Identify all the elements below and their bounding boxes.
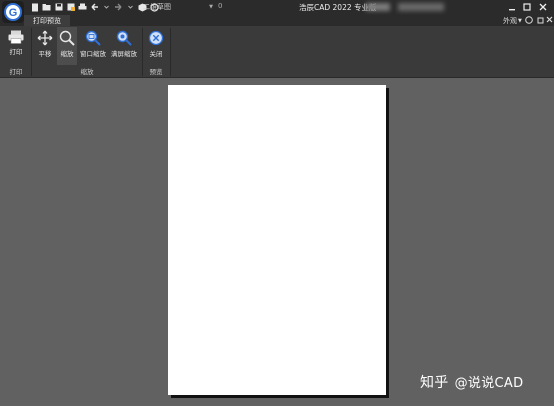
workspace-select-value: 二维草图 [143,3,171,11]
save-as-icon [67,3,75,11]
zoom-button-label: 缩放 [60,50,74,58]
close-preview-label: 关闭 [149,50,163,58]
group-label-print: 打印 [9,68,23,76]
window-title: 浩辰CAD 2022 专业版 [299,3,377,12]
restore-ribbon-button[interactable] [537,16,545,24]
watermark-brand: 知乎 [420,375,449,391]
close-window-button[interactable] [536,1,550,13]
window-zoom-icon [85,30,101,46]
close-doc-button[interactable] [546,16,553,23]
group-label-preview: 预览 [149,68,163,76]
open-folder-button[interactable] [42,2,51,12]
fullscreen-zoom-button-label: 满屏缩放 [111,50,137,58]
close-icon [546,16,553,23]
preview-paper-sheet [168,85,386,395]
appearance-menu[interactable]: 外观 ▼ [503,16,522,26]
magnifier-icon [59,30,75,46]
help-icon [525,16,533,24]
save-button[interactable] [54,2,63,12]
printer-icon [8,30,24,44]
chevron-down-icon: ▼ [209,4,213,10]
redo-icon [115,3,122,11]
print-button[interactable]: 打印 [3,27,29,65]
svg-text:G: G [9,7,18,19]
pan-button[interactable]: 平移 [34,27,56,65]
window-zoom-button-label: 窗口缩放 [80,50,106,58]
watermark-handle: @说说CAD [454,376,524,391]
redo-dropdown[interactable] [126,2,135,12]
folder-icon [42,4,51,11]
group-divider [31,28,32,76]
close-icon [539,3,547,11]
group-label-zoom: 缩放 [80,68,94,76]
restore-icon [537,17,544,24]
new-file-icon [31,3,38,11]
print-quick-button[interactable] [78,2,87,12]
close-circle-icon [148,30,164,46]
appearance-label: 外观 [503,17,517,25]
window-zoom-button[interactable]: 窗口缩放 [79,27,107,65]
new-file-button[interactable] [30,2,39,12]
zoom-extents-icon [116,30,132,46]
print-button-label: 打印 [9,48,23,56]
maximize-icon [523,3,531,11]
redo-button[interactable] [114,2,123,12]
ribbon-tab-row [0,15,554,26]
zoom-button[interactable]: 缩放 [57,27,77,65]
undo-dropdown[interactable] [102,2,111,12]
group-divider [170,28,171,76]
fullscreen-zoom-button[interactable]: 满屏缩放 [109,27,139,65]
printer-icon [78,3,87,10]
quick-access-toolbar [30,2,159,12]
undo-icon [91,3,98,11]
minimize-icon [509,9,515,11]
pan-button-label: 平移 [38,50,52,58]
watermark: 知乎 @说说CAD [420,372,523,392]
minimize-button[interactable] [505,1,519,13]
save-icon [55,3,62,11]
blurred-title-part [398,3,444,11]
app-menu-button[interactable]: G [2,1,24,23]
chevron-down-icon [128,5,133,9]
blurred-title-part [366,3,390,11]
pan-move-icon [37,30,53,46]
close-preview-button[interactable]: 关闭 [145,27,167,65]
tab-print-preview[interactable]: 打印预览 [24,15,70,26]
maximize-button[interactable] [520,1,534,13]
small-indicator: 0 [218,2,223,10]
save-as-button[interactable] [66,2,75,12]
help-menu[interactable] [525,16,533,24]
workspace-select[interactable]: 二维草图 ▼ [143,2,213,12]
chevron-down-icon [104,5,109,9]
chevron-down-icon: ▼ [518,18,522,24]
undo-button[interactable] [90,2,99,12]
app-logo-icon: G [4,3,22,21]
